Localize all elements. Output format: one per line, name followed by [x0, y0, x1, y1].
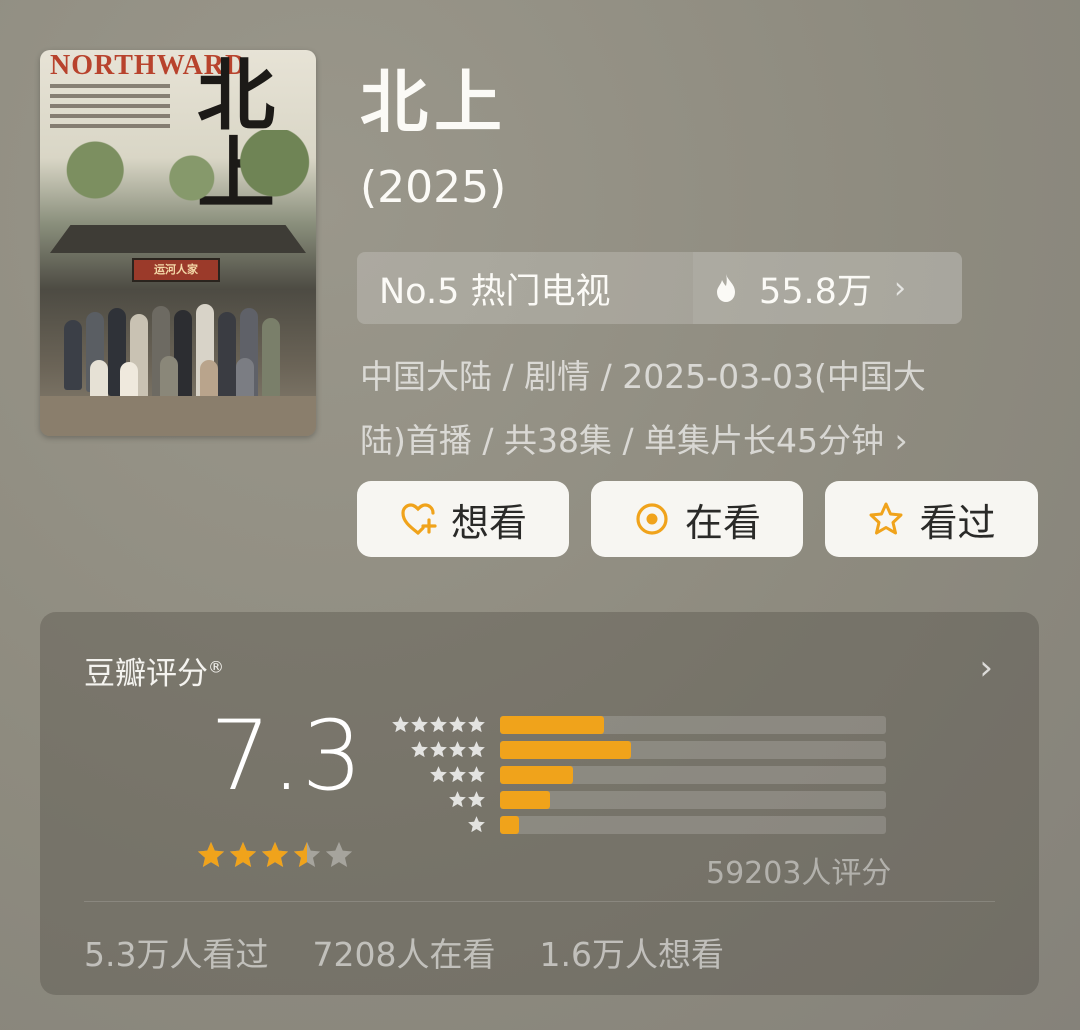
small-star-icon [430, 766, 447, 783]
rating-distribution [390, 712, 886, 837]
distribution-row [390, 712, 886, 737]
distribution-bar-track [500, 815, 886, 834]
ranking-pill[interactable]: No.5 热门电视 55.8万 › [357, 252, 962, 324]
small-star-icon [449, 741, 466, 758]
watched-count[interactable]: 5.3万人看过 [84, 928, 268, 976]
score-star-icon [229, 841, 257, 867]
heart-plus-icon [401, 503, 437, 535]
distribution-bar-track [500, 790, 886, 809]
distribution-bar-track [500, 765, 886, 784]
want-to-watch-label: 想看 [450, 500, 527, 545]
poster-sign: 运河人家 [132, 258, 220, 282]
distribution-stars [390, 790, 486, 809]
heat-value: 55.8万 [759, 271, 872, 312]
chevron-right-icon[interactable]: › [979, 648, 993, 688]
small-star-icon [468, 766, 485, 783]
watching-label: 在看 [684, 500, 761, 545]
distribution-bar [500, 815, 520, 834]
distribution-stars [390, 815, 486, 834]
small-star-icon [468, 791, 485, 808]
poster-trees [40, 130, 316, 210]
star-outline-icon [869, 502, 903, 535]
meta-line-1: 中国大陆 / 剧情 / 2025-03-03(中国大 [360, 357, 926, 396]
distribution-row [390, 787, 886, 812]
small-star-icon [468, 716, 485, 733]
show-year: (2025) [360, 162, 507, 213]
rating-card[interactable]: 豆瓣评分® › 7.3 59203人评分 5.3万人看过 7208人在看 1.6… [40, 612, 1039, 995]
distribution-stars [390, 740, 486, 759]
watched-button[interactable]: 看过 [825, 481, 1038, 557]
wish-count[interactable]: 1.6万人想看 [539, 928, 723, 976]
small-star-icon [449, 716, 466, 733]
distribution-bar-track [500, 715, 886, 734]
distribution-stars [390, 715, 486, 734]
distribution-bar [500, 765, 574, 784]
distribution-bar [500, 715, 605, 734]
score-star-icon [325, 841, 353, 867]
watched-label: 看过 [919, 500, 996, 545]
poster-image[interactable]: NORTHWARD 北上 运河人家 [40, 50, 316, 436]
show-title: 北上 [360, 64, 509, 143]
poster-roof [50, 225, 306, 253]
want-to-watch-button[interactable]: 想看 [357, 481, 569, 557]
small-star-icon [468, 741, 485, 758]
chevron-right-icon: › [893, 270, 906, 306]
small-star-icon [411, 716, 428, 733]
distribution-bar-track [500, 740, 886, 759]
small-star-icon [430, 716, 447, 733]
score-star-icon [197, 841, 225, 867]
audience-stats: 5.3万人看过 7208人在看 1.6万人想看 [84, 928, 724, 976]
small-star-icon [449, 766, 466, 783]
score-star-icon [261, 841, 289, 867]
heat-link[interactable]: 55.8万 › [693, 252, 962, 324]
small-star-icon [468, 816, 485, 833]
rating-title: 豆瓣评分® [84, 656, 224, 692]
divider [84, 901, 995, 902]
meta-line-2: 陆)首播 / 共38集 / 单集片长45分钟 › [360, 421, 908, 460]
distribution-row [390, 812, 886, 837]
score-star-icon [293, 841, 321, 867]
target-circle-icon [636, 503, 668, 535]
small-star-icon [411, 741, 428, 758]
show-meta[interactable]: 中国大陆 / 剧情 / 2025-03-03(中国大 陆)首播 / 共38集 /… [360, 345, 1030, 473]
action-buttons: 想看 在看 看过 [357, 481, 1038, 557]
watching-count[interactable]: 7208人在看 [312, 928, 495, 976]
watching-button[interactable]: 在看 [591, 481, 803, 557]
poster-credits [50, 78, 170, 134]
distribution-row [390, 737, 886, 762]
distribution-row [390, 762, 886, 787]
flame-icon [717, 274, 735, 302]
ranking-label[interactable]: No.5 热门电视 [357, 252, 693, 324]
small-star-icon [430, 741, 447, 758]
small-star-icon [449, 791, 466, 808]
rating-count: 59203人评分 [706, 856, 892, 891]
distribution-stars [390, 765, 486, 784]
distribution-bar [500, 740, 632, 759]
distribution-bar [500, 790, 551, 809]
small-star-icon [392, 716, 409, 733]
poster-ground [40, 396, 316, 436]
poster-sign-text: 运河人家 [154, 263, 198, 276]
rating-stars [196, 840, 354, 870]
rating-score: 7.3 [210, 700, 363, 812]
